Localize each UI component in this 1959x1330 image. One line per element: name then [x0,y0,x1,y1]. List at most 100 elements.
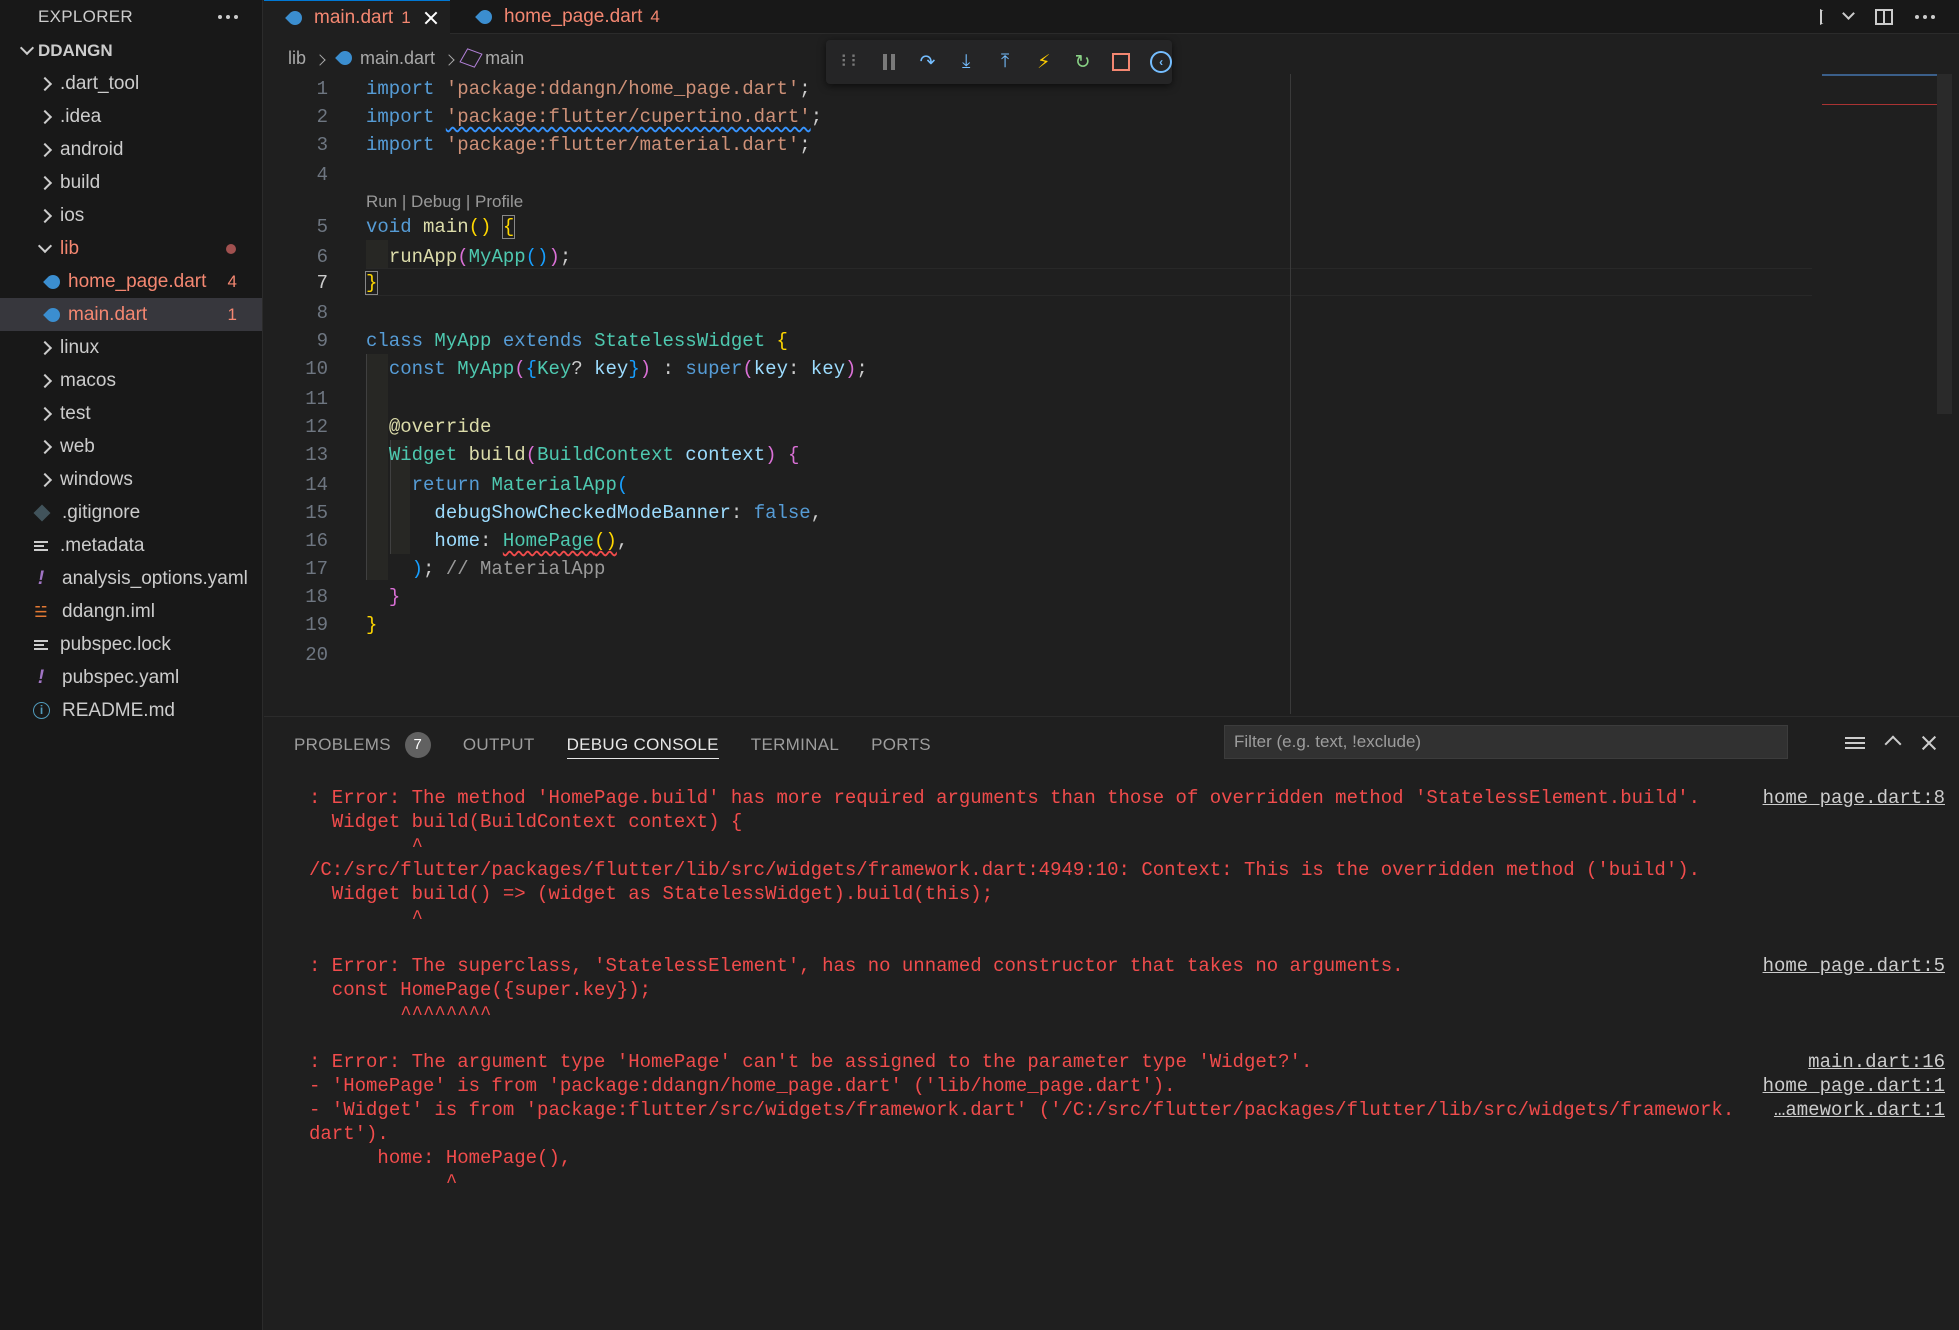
code-line: } [364,271,379,295]
breadcrumb-file[interactable]: main.dart [334,48,435,69]
split-editor-icon[interactable] [1875,9,1893,25]
hot-reload-icon[interactable]: ⚡ [1034,51,1054,73]
project-folder[interactable]: DDANGN [0,34,262,67]
source-link[interactable]: main.dart:16 [1808,1051,1945,1073]
clear-console-icon[interactable] [1845,734,1865,752]
more-actions-icon[interactable] [218,7,238,27]
code-line: import 'package:ddangn/home_page.dart'; [366,78,811,100]
tree-item-label: web [60,435,95,457]
stop-icon[interactable] [1111,51,1131,73]
tree-item-pubspec-yaml[interactable]: ! pubspec.yaml [0,661,262,694]
close-panel-icon[interactable] [1921,735,1937,751]
tree-item-ios[interactable]: ios [0,199,262,232]
console-line: Widget build(BuildContext context) { [309,811,743,833]
tree-item-analysis-options[interactable]: ! analysis_options.yaml [0,562,262,595]
code-line: } [366,614,377,636]
code-line: @override [366,416,492,438]
class: MyApp [434,330,492,352]
source-link[interactable]: home_page.dart:8 [1763,787,1945,809]
chevron-right-icon [34,76,56,92]
chevron-down-icon[interactable] [1844,8,1853,26]
console-filter-input[interactable]: Filter (e.g. text, !exclude) [1224,725,1788,759]
code-editor[interactable]: 1 2 3 4 5 6 7 8 9 10 11 12 13 14 15 16 1… [264,74,1959,714]
console-line: : Error: The superclass, 'StatelessEleme… [309,955,1404,977]
maximize-panel-icon[interactable] [1887,734,1899,752]
tree-item-metadata[interactable]: .metadata [0,529,262,562]
tree-item-label: windows [60,468,133,490]
step-out-icon[interactable]: ⤒ [995,51,1015,73]
variable: key [753,358,788,380]
close-icon[interactable] [423,10,439,26]
explorer-title: EXPLORER [38,7,133,26]
tree-item-gitignore[interactable]: .gitignore [0,496,262,529]
tree-item-label: README.md [62,699,175,721]
tree-item-ddangn-iml[interactable]: ☱ ddangn.iml [0,595,262,628]
tab-problems[interactable]: PROBLEMS 7 [294,731,431,759]
console-line: ^ [309,907,424,929]
line-number: 17 [305,558,328,580]
breadcrumb-folder[interactable]: lib [288,48,306,69]
line-number: 16 [305,530,328,552]
breadcrumb-symbol[interactable]: main [459,48,524,69]
tree-item-build[interactable]: build [0,166,262,199]
tab-ports[interactable]: PORTS [871,731,931,759]
step-into-icon[interactable]: ⤓ [956,51,976,73]
tree-item-idea[interactable]: .idea [0,100,262,133]
step-over-icon[interactable]: ↷ [918,51,938,73]
tree-item-macos[interactable]: macos [0,364,262,397]
punct: ; [799,78,811,100]
punct: { [525,358,538,380]
dart-file-icon [335,48,355,68]
console-line: const HomePage({super.key}); [309,979,652,1001]
chevron-right-icon [34,373,56,389]
tree-item-main-dart[interactable]: main.dart 1 [0,298,262,331]
chevron-right-icon [34,406,56,422]
tab-terminal[interactable]: TERMINAL [751,731,839,759]
tree-item-dart-tool[interactable]: .dart_tool [0,67,262,100]
tree-item-windows[interactable]: windows [0,463,262,496]
devtools-icon[interactable]: ‹ [1150,51,1173,73]
tab-label: PROBLEMS [294,735,391,754]
editor-scrollbar[interactable] [1937,74,1952,414]
tree-item-label: linux [60,336,100,358]
tab-debug-console[interactable]: DEBUG CONSOLE [566,731,719,759]
tab-label: TERMINAL [750,735,840,754]
tree-item-lib[interactable]: lib [0,232,262,265]
tab-output[interactable]: OUTPUT [463,731,535,759]
restart-icon[interactable]: ↻ [1073,51,1093,73]
run-button[interactable] [1820,8,1853,26]
editor-tab-bar: main.dart 1 home_page.dart 4 [264,0,1959,34]
line-number: 2 [316,106,328,128]
tab-home-page-dart[interactable]: home_page.dart 4 [450,0,668,34]
class: Key [537,358,572,380]
line-number: 6 [316,246,328,268]
pause-icon[interactable] [879,51,899,73]
tree-item-label: ddangn.iml [62,600,155,622]
chevron-right-icon [34,439,56,455]
punct: ( [616,474,629,496]
tree-item-web[interactable]: web [0,430,262,463]
line-number: 3 [316,134,328,156]
source-link[interactable]: home_page.dart:5 [1763,955,1945,977]
source-link[interactable]: …amework.dart:1 [1774,1099,1945,1121]
tree-item-android[interactable]: android [0,133,262,166]
drag-handle-icon[interactable]: ⠇⠇ [840,51,861,73]
dart-file-icon [43,271,63,292]
tab-main-dart[interactable]: main.dart 1 [264,0,450,34]
class: Widget [388,444,458,466]
code-line: } [366,586,400,608]
minimap[interactable] [1822,74,1942,114]
console-line: ^^^^^^^^ [309,1003,492,1025]
tree-item-test[interactable]: test [0,397,262,430]
tree-item-readme[interactable]: i README.md [0,694,262,727]
tree-item-home-page-dart[interactable]: home_page.dart 4 [0,265,262,298]
string: 'package:flutter/cupertino.dart' [445,106,811,128]
tree-item-pubspec-lock[interactable]: pubspec.lock [0,628,262,661]
more-actions-icon[interactable] [1915,7,1935,27]
tree-item-linux[interactable]: linux [0,331,262,364]
chevron-right-icon [34,340,56,356]
source-link[interactable]: home_page.dart:1 [1763,1075,1945,1097]
codelens-run-debug-profile[interactable]: Run | Debug | Profile [366,192,523,212]
line-number: 14 [305,474,328,496]
punct: () [594,530,617,552]
